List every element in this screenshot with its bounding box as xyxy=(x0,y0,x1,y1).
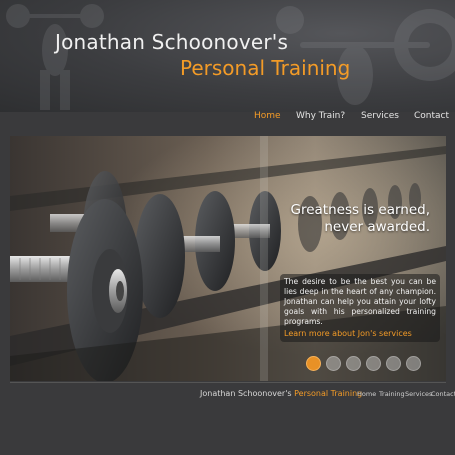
footer-brand-name: Jonathan Schoonover's xyxy=(200,389,292,398)
site-header: Jonathan Schoonover's Personal Training xyxy=(0,0,455,112)
nav-why-train[interactable]: Why Train? xyxy=(296,111,345,121)
slider-dot-2[interactable] xyxy=(326,356,341,371)
hero-banner: Greatness is earned, never awarded. The … xyxy=(10,136,446,381)
footer-divider xyxy=(10,382,446,383)
services-link[interactable]: Learn more about Jon's services xyxy=(284,329,436,338)
footer-link-home[interactable]: Home xyxy=(357,390,376,398)
footer-link-training[interactable]: Training xyxy=(379,390,405,398)
hero-info-box: The desire to be the best you can be lie… xyxy=(280,274,440,342)
quote-line-2: never awarded. xyxy=(324,219,430,235)
brand-tagline: Personal Training xyxy=(180,56,351,80)
hero-info-text: The desire to be the best you can be lie… xyxy=(284,277,436,326)
nav-home[interactable]: Home xyxy=(254,111,281,121)
footer-brand: Jonathan Schoonover's Personal Training xyxy=(200,389,362,398)
slider-dot-3[interactable] xyxy=(346,356,361,371)
footer-link-contact[interactable]: Contact xyxy=(431,390,455,398)
footer-brand-accent: Personal Training xyxy=(294,389,363,398)
slider-dot-1[interactable] xyxy=(306,356,321,371)
nav-contact[interactable]: Contact xyxy=(414,111,449,121)
hero-quote: Greatness is earned, never awarded. xyxy=(291,202,431,236)
main-nav: Home Why Train? Services Contact xyxy=(0,111,455,125)
quote-line-1: Greatness is earned, xyxy=(290,202,431,218)
nav-services[interactable]: Services xyxy=(361,111,399,121)
brand-name: Jonathan Schoonover's xyxy=(55,30,289,54)
slider-dot-6[interactable] xyxy=(406,356,421,371)
slider-dot-4[interactable] xyxy=(366,356,381,371)
footer-link-services[interactable]: Services xyxy=(405,390,432,398)
dumbbell-rack-image xyxy=(10,136,446,381)
slider-dot-5[interactable] xyxy=(386,356,401,371)
